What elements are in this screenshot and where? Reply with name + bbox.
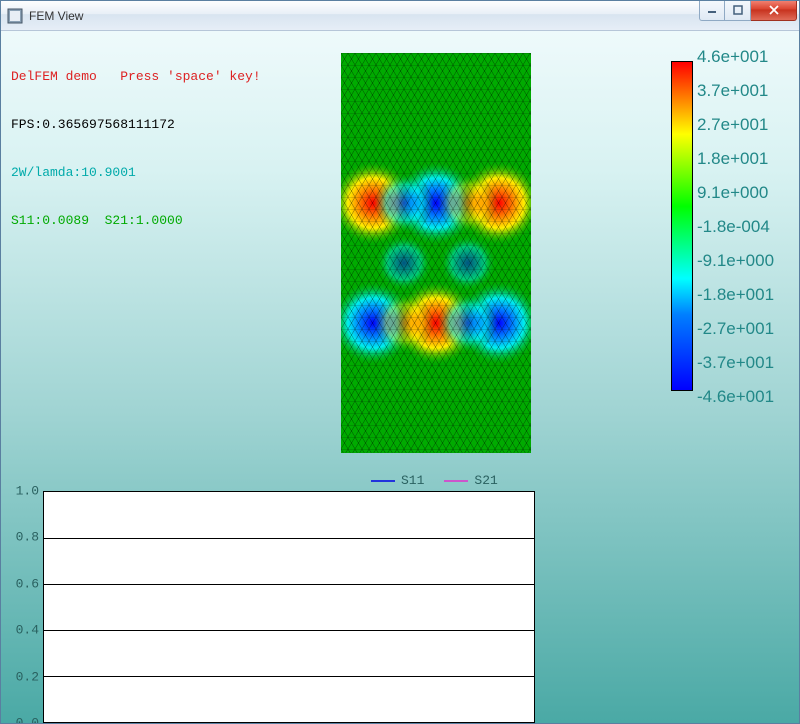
y-tick: 0.2 (16, 669, 39, 684)
minimize-button[interactable] (699, 1, 725, 21)
chart-y-ticks: 1.0 0.8 0.6 0.4 0.2 0.0 (7, 491, 41, 723)
colorbar-label: 3.7e+001 (697, 81, 793, 101)
fem-field-plot (341, 53, 531, 453)
colorbar-label: -3.7e+001 (697, 353, 793, 373)
legend-item-s21: S21 (444, 473, 497, 488)
sparams-chart (43, 491, 535, 723)
colorbar-labels: 4.6e+001 3.7e+001 2.7e+001 1.8e+001 9.1e… (697, 57, 793, 397)
legend-swatch-s11 (371, 480, 395, 482)
window-controls (699, 1, 799, 21)
viewport[interactable]: DelFEM demo Press 'space' key! FPS:0.365… (1, 31, 799, 723)
colorbar-label: 1.8e+001 (697, 149, 793, 169)
y-tick: 0.6 (16, 576, 39, 591)
sparams-line: S11:0.0089 S21:1.0000 (11, 213, 261, 229)
colorbar-label: -1.8e-004 (697, 217, 793, 237)
colorbar-label: 9.1e+000 (697, 183, 793, 203)
y-tick: 0.0 (16, 716, 39, 724)
colorbar-label: -1.8e+001 (697, 285, 793, 305)
legend-label-s21: S21 (474, 473, 497, 488)
close-button[interactable] (751, 1, 797, 21)
overlay-text: DelFEM demo Press 'space' key! FPS:0.365… (11, 37, 261, 261)
colorbar-label: 2.7e+001 (697, 115, 793, 135)
app-window: FEM View DelFEM demo Press 'space' key! … (0, 0, 800, 724)
legend-label-s11: S11 (401, 473, 424, 488)
chart-legend: S11 S21 (371, 473, 498, 488)
colorbar-label: -4.6e+001 (697, 387, 793, 407)
y-tick: 0.4 (16, 623, 39, 638)
demo-hint-line: DelFEM demo Press 'space' key! (11, 69, 261, 85)
y-tick: 1.0 (16, 484, 39, 499)
legend-item-s11: S11 (371, 473, 424, 488)
colorbar (671, 61, 693, 391)
y-tick: 0.8 (16, 530, 39, 545)
app-icon (7, 8, 23, 24)
maximize-button[interactable] (725, 1, 751, 21)
legend-swatch-s21 (444, 480, 468, 482)
window-title: FEM View (29, 9, 699, 23)
titlebar[interactable]: FEM View (1, 1, 799, 31)
lambda-line: 2W/lamda:10.9001 (11, 165, 261, 181)
fps-line: FPS:0.365697568111172 (11, 117, 261, 133)
colorbar-label: -9.1e+000 (697, 251, 793, 271)
colorbar-label: 4.6e+001 (697, 47, 793, 67)
colorbar-label: -2.7e+001 (697, 319, 793, 339)
